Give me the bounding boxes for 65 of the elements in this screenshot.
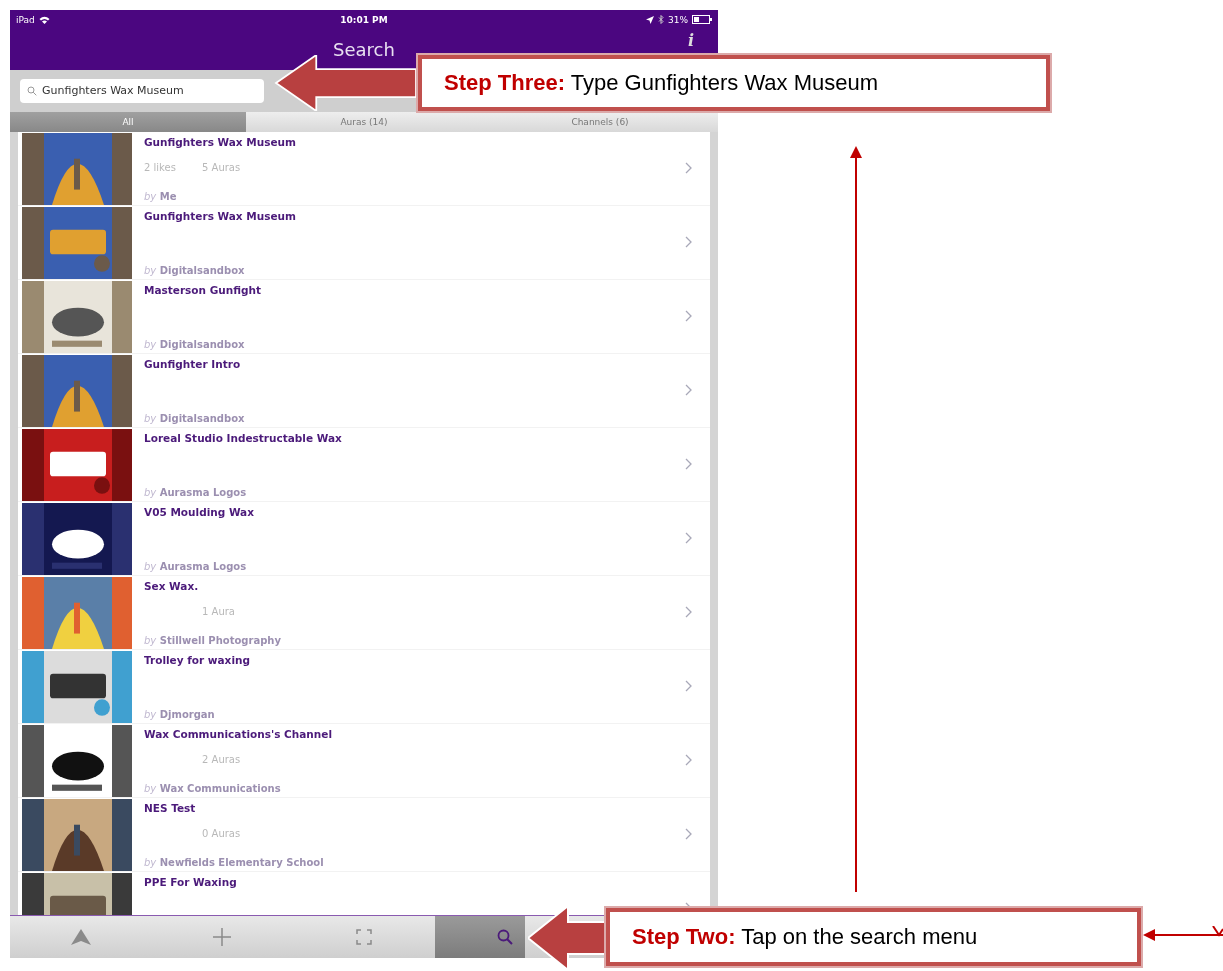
chevron-icon xyxy=(685,532,692,545)
wifi-icon xyxy=(38,16,50,24)
result-author: by Digitalsandbox xyxy=(144,338,246,350)
result-author: by Wax Communications xyxy=(144,782,282,794)
nav-title: Search xyxy=(333,39,395,61)
step-callout: Step Three: Type Gunfighters Wax Museum xyxy=(418,55,1050,111)
result-title: Trolley for waxing xyxy=(144,653,251,666)
result-title: Sex Wax. xyxy=(144,579,200,592)
result-title: Loreal Studio Indestructable Wax xyxy=(144,431,343,444)
search-field[interactable]: Gunfighters Wax Museum xyxy=(20,78,264,103)
result-author: by Aurasma Logos xyxy=(144,486,248,498)
battery-percent: 31% xyxy=(668,15,688,25)
chevron-icon xyxy=(685,680,692,693)
search-icon xyxy=(27,85,37,96)
scan-frame-icon xyxy=(356,929,372,945)
plus-icon xyxy=(213,928,232,946)
chevron-icon xyxy=(685,236,692,249)
step-callout: Step Two: Tap on the search menu xyxy=(606,908,1141,966)
result-title: V05 Moulding Wax xyxy=(144,505,255,518)
result-row[interactable]: Trolley for waxing by Djmorgan xyxy=(18,649,710,724)
result-row[interactable]: Gunfighter Intro by Digitalsandbox xyxy=(18,353,710,428)
info-button[interactable]: i xyxy=(687,32,694,50)
battery-icon xyxy=(692,15,712,25)
result-author: by Digitalsandbox xyxy=(144,412,246,424)
location-icon xyxy=(646,16,654,24)
result-row[interactable]: Wax Communications's Channel 2 Auras by Wax Communications xyxy=(18,723,710,798)
likes-count: 2 likes xyxy=(144,162,177,176)
result-row[interactable]: Gunfighters Wax Museum by Digitalsandbox xyxy=(18,205,710,280)
result-author: by Digitalsandbox xyxy=(144,264,246,276)
chevron-icon xyxy=(685,162,692,175)
auras-count: 1 Aura xyxy=(202,606,235,620)
result-title: Gunfighters Wax Museum xyxy=(144,135,297,148)
result-author: by Stillwell Photography xyxy=(144,634,282,646)
status-time: 10:01 PM xyxy=(340,15,388,25)
result-title: Gunfighter Intro xyxy=(144,357,242,370)
result-author: by Newfields Elementary School xyxy=(144,856,325,868)
auras-count: 2 Auras xyxy=(202,754,241,768)
chevron-icon xyxy=(685,310,692,323)
filter-tab[interactable]: Channels (6) xyxy=(482,111,718,132)
filter-tab[interactable]: Auras (14) xyxy=(246,111,482,132)
triangle-icon xyxy=(70,929,91,945)
device-label: iPad xyxy=(16,15,35,25)
result-author: by Djmorgan xyxy=(144,708,216,720)
search-tab[interactable] xyxy=(434,916,525,958)
result-title: Wax Communications's Channel xyxy=(144,727,333,740)
result-row[interactable]: Gunfighters Wax Museum 2 likes 5 Auras by Me xyxy=(18,131,710,206)
chevron-icon xyxy=(685,384,692,397)
result-author: by Me xyxy=(144,190,178,202)
result-author: by Aurasma Logos xyxy=(144,560,248,572)
chevron-icon xyxy=(685,828,692,841)
chevron-icon xyxy=(685,606,692,619)
search-icon xyxy=(496,929,513,945)
result-title: Masterson Gunfight xyxy=(144,283,263,296)
bluetooth-icon xyxy=(658,15,664,25)
result-title: NES Test xyxy=(144,801,197,814)
result-row[interactable]: Masterson Gunfight by Digitalsandbox xyxy=(18,279,710,354)
result-title: Gunfighters Wax Museum xyxy=(144,209,297,222)
auras-count: 5 Auras xyxy=(202,162,241,176)
result-title: PPE For Waxing xyxy=(144,875,238,888)
result-row[interactable]: Loreal Studio Indestructable Wax by Aurasma Logos xyxy=(18,427,710,502)
result-row[interactable]: V05 Moulding Wax by Aurasma Logos xyxy=(18,501,710,576)
chevron-icon xyxy=(685,754,692,767)
auras-count: 0 Auras xyxy=(202,828,241,842)
result-row[interactable]: Sex Wax. 1 Aura by Stillwell Photography xyxy=(18,575,710,650)
chevron-icon xyxy=(685,458,692,471)
